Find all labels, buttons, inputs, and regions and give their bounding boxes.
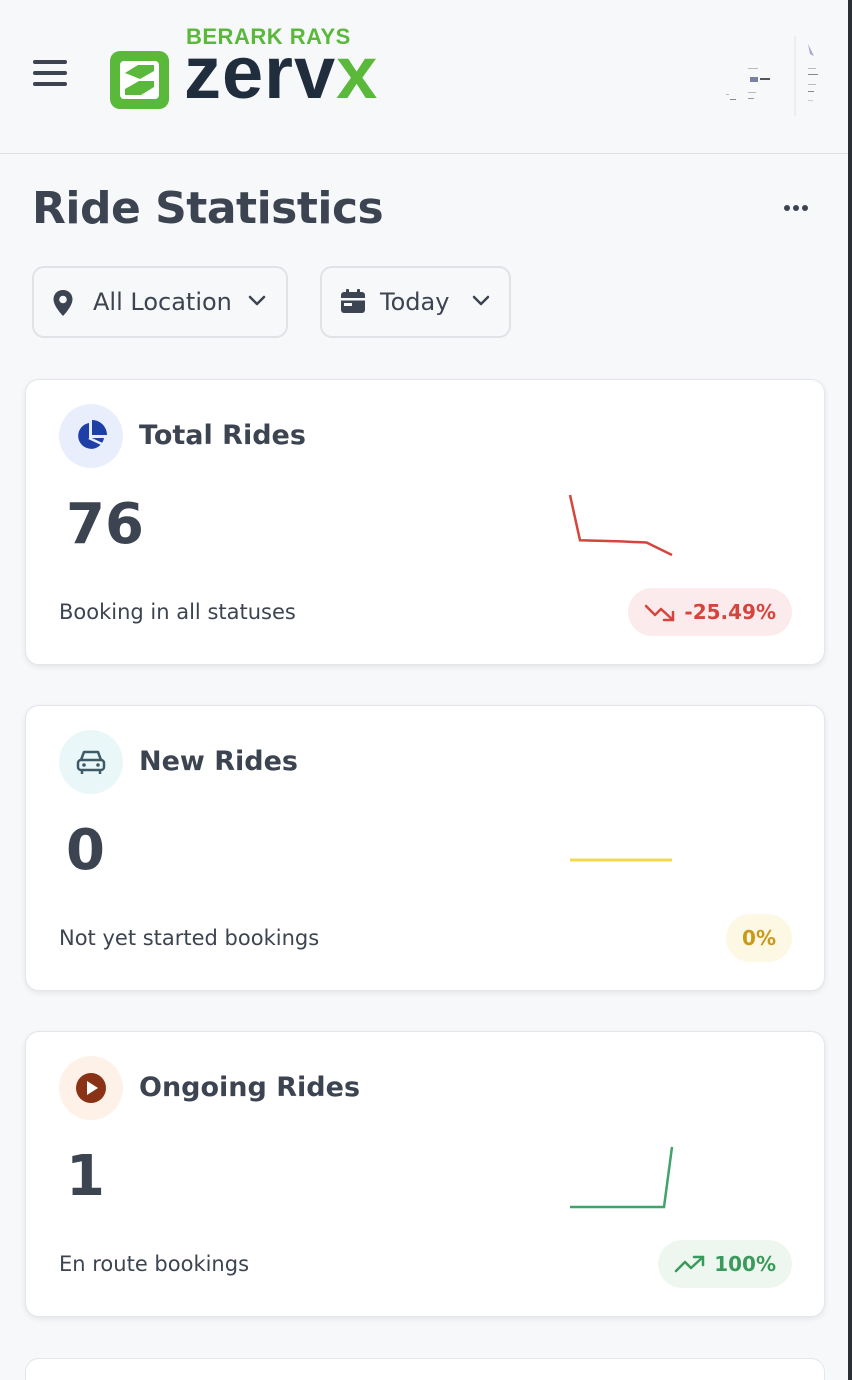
brand-wordmark-accent: x — [336, 31, 379, 114]
sparkline-chart — [568, 494, 673, 557]
chevron-down-icon — [248, 295, 266, 306]
page-title: Ride Statistics — [32, 183, 384, 234]
date-filter-label: Today — [380, 288, 450, 316]
card-description: En route bookings — [59, 1252, 250, 1276]
brand-wordmark-main: zerv — [184, 31, 337, 114]
preview-thumbnail-image[interactable] — [722, 36, 822, 116]
stat-card-total-rides[interactable]: Total Rides 76 Booking in all statuses -… — [25, 379, 825, 665]
card-value: 0 — [66, 818, 105, 883]
sparkline-chart — [570, 1146, 674, 1209]
sparkline-series — [570, 1146, 674, 1209]
more-options-icon[interactable] — [782, 196, 822, 220]
change-badge: 0% — [726, 914, 792, 962]
car-icon — [59, 730, 123, 794]
change-badge: 100% — [658, 1240, 792, 1288]
card-title: New Rides — [139, 746, 299, 777]
app-header: BERARK RAYS zervx — [0, 0, 852, 154]
location-pin-icon — [53, 290, 73, 316]
stat-card-partial[interactable] — [25, 1358, 825, 1380]
card-title: Total Rides — [139, 420, 306, 451]
sparkline-chart — [570, 858, 672, 862]
window-edge — [848, 0, 852, 1380]
date-filter-dropdown[interactable]: Today — [320, 266, 511, 338]
sparkline-series — [568, 494, 673, 557]
card-description: Booking in all statuses — [59, 600, 296, 624]
chevron-down-icon — [472, 295, 490, 306]
stat-card-ongoing-rides[interactable]: Ongoing Rides 1 En route bookings 100% — [25, 1031, 825, 1317]
location-filter-label: All Location — [93, 288, 232, 316]
brand-logo-icon — [110, 51, 169, 109]
trend-down-icon — [645, 604, 675, 622]
location-filter-dropdown[interactable]: All Location — [32, 266, 288, 338]
card-value: 1 — [66, 1144, 105, 1209]
change-value: 0% — [742, 926, 776, 950]
trend-up-icon — [674, 1255, 705, 1273]
pie-chart-icon — [59, 404, 123, 468]
change-badge: -25.49% — [628, 588, 792, 636]
play-icon — [59, 1056, 123, 1120]
stat-card-new-rides[interactable]: New Rides 0 Not yet started bookings 0% — [25, 705, 825, 991]
calendar-icon — [341, 289, 365, 313]
change-value: 100% — [714, 1252, 776, 1276]
menu-icon[interactable] — [33, 60, 67, 90]
card-title: Ongoing Rides — [139, 1072, 361, 1103]
brand-wordmark: zervx — [184, 36, 378, 110]
change-value: -25.49% — [684, 600, 776, 624]
card-description: Not yet started bookings — [59, 926, 320, 950]
card-value: 76 — [66, 492, 144, 557]
